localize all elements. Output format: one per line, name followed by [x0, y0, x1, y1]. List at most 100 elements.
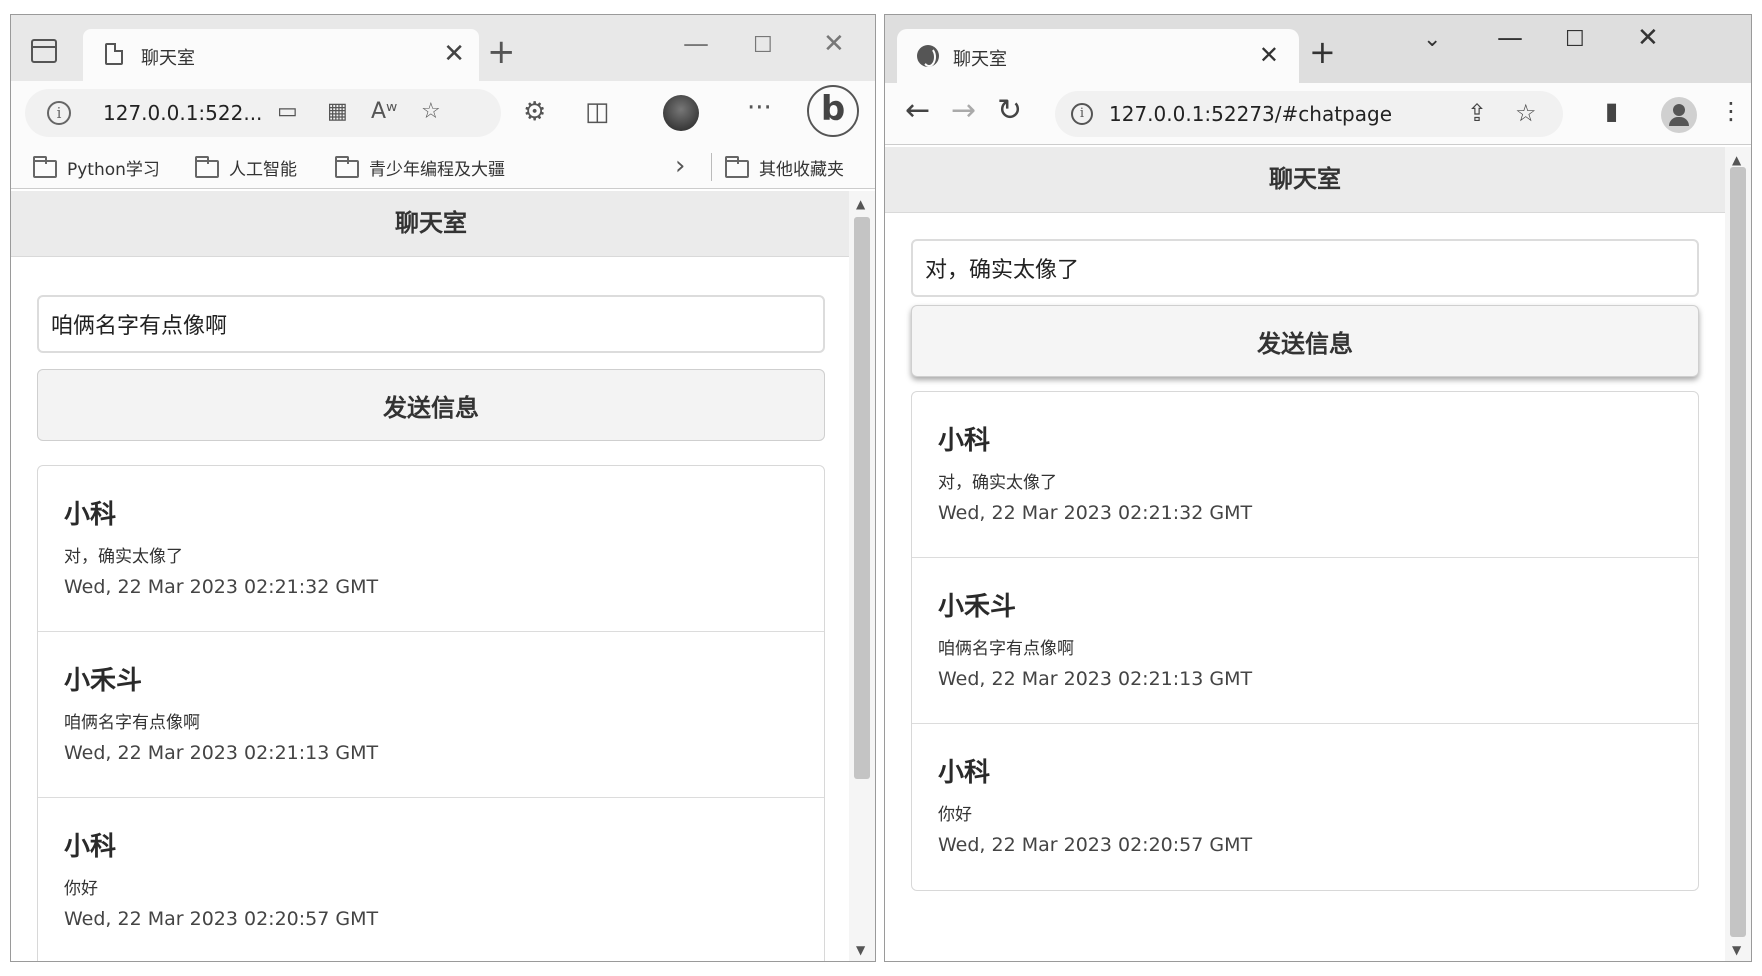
- message-text: 对，确实太像了: [64, 547, 183, 567]
- maximize-button[interactable]: ☐: [1565, 27, 1585, 52]
- tab-close-icon[interactable]: ✕: [1259, 41, 1279, 69]
- read-aloud-icon[interactable]: Aʷ: [371, 99, 397, 124]
- message-sender: 小科: [64, 500, 117, 530]
- reload-button[interactable]: ↻: [997, 95, 1022, 127]
- new-tab-button[interactable]: +: [487, 35, 516, 69]
- new-tab-button[interactable]: +: [1309, 36, 1336, 68]
- chrome-browser-window: 聊天室 ✕ + ⌄ — ☐ ✕ ← → ↻ i 127.0.0.1:52273/…: [884, 14, 1752, 962]
- scroll-up-arrow-icon[interactable]: ▲: [856, 197, 865, 211]
- bookmark-folder[interactable]: 人工智能: [195, 155, 297, 180]
- url-text[interactable]: 127.0.0.1:52273/#chatpage: [1109, 102, 1392, 126]
- scroll-down-arrow-icon[interactable]: ▼: [1732, 943, 1741, 957]
- address-bar[interactable]: i 127.0.0.1:522... ▭ ▦ Aʷ ☆: [25, 89, 501, 137]
- vertical-scrollbar[interactable]: ▲ ▼: [1725, 147, 1751, 961]
- list-item: 小科 你好 Wed, 22 Mar 2023 02:20:57 GMT: [38, 798, 824, 961]
- message-sender: 小禾斗: [938, 592, 1017, 622]
- folder-icon: [725, 156, 749, 178]
- bookmark-folder[interactable]: Python学习: [33, 155, 160, 180]
- maximize-button[interactable]: ☐: [753, 33, 773, 58]
- side-panel-icon[interactable]: ▮: [1605, 97, 1618, 125]
- url-text[interactable]: 127.0.0.1:522...: [103, 101, 262, 125]
- message-timestamp: Wed, 22 Mar 2023 02:21:32 GMT: [64, 576, 379, 598]
- bookmark-star-icon[interactable]: ☆: [1515, 99, 1537, 127]
- split-screen-icon[interactable]: ◫: [585, 97, 610, 127]
- minimize-button[interactable]: —: [683, 29, 709, 59]
- extensions-icon[interactable]: ⚙: [523, 97, 546, 127]
- close-window-button[interactable]: ✕: [823, 29, 845, 59]
- message-list: 小科 对，确实太像了 Wed, 22 Mar 2023 02:21:32 GMT…: [911, 391, 1699, 891]
- add-favorite-icon[interactable]: ☆: [421, 99, 441, 124]
- message-timestamp: Wed, 22 Mar 2023 02:21:13 GMT: [64, 742, 379, 764]
- menu-kebab-icon[interactable]: ⋮: [1719, 97, 1743, 125]
- more-options-icon[interactable]: ···: [747, 93, 772, 123]
- vertical-scrollbar[interactable]: ▲ ▼: [849, 191, 875, 961]
- page-viewport: 聊天室 发送信息 小科 对，确实太像了 Wed, 22 Mar 2023 02:…: [885, 147, 1725, 961]
- site-info-icon[interactable]: i: [1071, 103, 1093, 125]
- message-sender: 小科: [938, 758, 991, 788]
- folder-icon: [195, 156, 219, 178]
- bookmark-folder[interactable]: 青少年编程及大疆: [335, 155, 505, 180]
- qr-code-icon[interactable]: ▦: [327, 99, 348, 124]
- message-timestamp: Wed, 22 Mar 2023 02:20:57 GMT: [938, 834, 1253, 856]
- page-viewport: 聊天室 发送信息 小科 对，确实太像了 Wed, 22 Mar 2023 02:…: [11, 191, 851, 961]
- tab-close-icon[interactable]: ✕: [443, 39, 465, 69]
- tab-title: 聊天室: [953, 49, 1007, 70]
- browser-tab[interactable]: 聊天室 ✕: [83, 29, 479, 81]
- scrollbar-thumb[interactable]: [854, 217, 870, 779]
- tab-bar: 聊天室 ✕ + — ☐ ✕: [11, 15, 875, 81]
- address-bar[interactable]: i 127.0.0.1:52273/#chatpage ⇪ ☆: [1055, 91, 1563, 137]
- message-input[interactable]: [911, 239, 1699, 297]
- profile-avatar[interactable]: [663, 95, 699, 131]
- bing-copilot-button[interactable]: b: [807, 85, 859, 137]
- send-message-button[interactable]: 发送信息: [911, 305, 1699, 377]
- globe-icon: [917, 45, 939, 67]
- list-item: 小科 对，确实太像了 Wed, 22 Mar 2023 02:21:32 GMT: [38, 466, 824, 632]
- edge-browser-window: 聊天室 ✕ + — ☐ ✕ i 127.0.0.1:522... ▭ ▦ Aʷ …: [10, 14, 876, 962]
- minimize-button[interactable]: —: [1497, 23, 1523, 53]
- tab-search-chevron-down-icon[interactable]: ⌄: [1423, 27, 1441, 52]
- list-item: 小科 你好 Wed, 22 Mar 2023 02:20:57 GMT: [912, 724, 1698, 890]
- scroll-down-arrow-icon[interactable]: ▼: [856, 943, 865, 957]
- app-available-icon[interactable]: ▭: [277, 99, 298, 124]
- message-sender: 小禾斗: [64, 666, 143, 696]
- message-text: 对，确实太像了: [938, 473, 1057, 493]
- message-timestamp: Wed, 22 Mar 2023 02:20:57 GMT: [64, 908, 379, 930]
- bookmarks-bar: Python学习 人工智能 青少年编程及大疆 › 其他收藏夹: [11, 145, 875, 189]
- tab-bar: 聊天室 ✕ + ⌄ — ☐ ✕: [885, 15, 1751, 83]
- profile-avatar[interactable]: [1661, 97, 1697, 133]
- message-input[interactable]: [37, 295, 825, 353]
- address-toolbar: ← → ↻ i 127.0.0.1:52273/#chatpage ⇪ ☆ ▮ …: [885, 83, 1751, 145]
- folder-icon: [335, 156, 359, 178]
- bookmarks-overflow-chevron-icon[interactable]: ›: [675, 151, 685, 181]
- message-text: 你好: [64, 879, 98, 899]
- address-toolbar: i 127.0.0.1:522... ▭ ▦ Aʷ ☆ ⚙ ◫ ··· b: [11, 81, 875, 145]
- message-text: 咱俩名字有点像啊: [64, 713, 200, 733]
- page-title: 聊天室: [11, 191, 851, 257]
- message-text: 咱俩名字有点像啊: [938, 639, 1074, 659]
- scroll-up-arrow-icon[interactable]: ▲: [1732, 153, 1741, 167]
- list-item: 小禾斗 咱俩名字有点像啊 Wed, 22 Mar 2023 02:21:13 G…: [912, 558, 1698, 724]
- share-icon[interactable]: ⇪: [1467, 99, 1487, 127]
- tab-actions-icon[interactable]: [31, 39, 57, 63]
- other-favorites-folder[interactable]: 其他收藏夹: [725, 155, 844, 180]
- divider: [711, 153, 712, 181]
- message-text: 你好: [938, 805, 972, 825]
- page-title: 聊天室: [885, 147, 1725, 213]
- browser-tab[interactable]: 聊天室 ✕: [897, 29, 1299, 83]
- message-list: 小科 对，确实太像了 Wed, 22 Mar 2023 02:21:32 GMT…: [37, 465, 825, 961]
- page-icon: [105, 43, 123, 65]
- folder-icon: [33, 156, 57, 178]
- close-window-button[interactable]: ✕: [1637, 23, 1659, 53]
- message-sender: 小科: [938, 426, 991, 456]
- list-item: 小禾斗 咱俩名字有点像啊 Wed, 22 Mar 2023 02:21:13 G…: [38, 632, 824, 798]
- message-sender: 小科: [64, 832, 117, 862]
- back-button[interactable]: ←: [905, 95, 930, 127]
- site-info-icon[interactable]: i: [47, 101, 71, 125]
- forward-button[interactable]: →: [951, 95, 976, 127]
- tab-title: 聊天室: [141, 48, 195, 69]
- message-timestamp: Wed, 22 Mar 2023 02:21:13 GMT: [938, 668, 1253, 690]
- list-item: 小科 对，确实太像了 Wed, 22 Mar 2023 02:21:32 GMT: [912, 392, 1698, 558]
- scrollbar-thumb[interactable]: [1730, 167, 1746, 937]
- send-message-button[interactable]: 发送信息: [37, 369, 825, 441]
- message-timestamp: Wed, 22 Mar 2023 02:21:32 GMT: [938, 502, 1253, 524]
